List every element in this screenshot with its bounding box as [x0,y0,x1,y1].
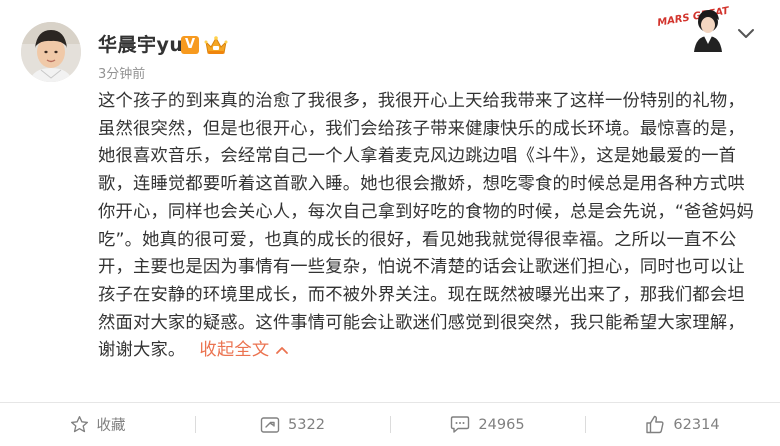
crown-icon[interactable] [204,34,228,56]
favorite-button[interactable]: 收藏 [0,403,195,446]
star-icon [70,416,88,433]
action-bar: 收藏 5322 24965 62314 [0,403,780,446]
collapse-button[interactable]: 收起全文 [199,340,289,360]
avatar-photo [21,22,81,82]
repost-icon [260,416,280,433]
cover-decoration-text: MARS GREAT [657,6,731,29]
post-timestamp[interactable]: 3分钟前 [98,67,145,83]
card-cover-decoration[interactable]: MARS GREAT [652,6,732,52]
like-button[interactable]: 62314 [585,403,780,446]
author-name[interactable]: 华晨宇yu [98,34,183,56]
repost-button[interactable]: 5322 [195,403,390,446]
post-text: 这个孩子的到来真的治愈了我很多，我很开心上天给我带来了这样一份特别的礼物，虽然很… [98,91,754,361]
verified-badge[interactable]: V [181,36,199,54]
favorite-label: 收藏 [96,418,126,434]
post-content: 这个孩子的到来真的治愈了我很多，我很开心上天给我带来了这样一份特别的礼物，虽然很… [98,88,758,365]
chevron-up-icon [276,347,289,355]
weibo-post-card: 华晨宇yu V 3分钟前 MARS GREAT 这个孩子的到来真的治愈了我很多，… [0,0,780,446]
collapse-label: 收起全文 [199,340,270,361]
repost-count: 5322 [288,416,325,433]
comment-button[interactable]: 24965 [390,403,585,446]
like-count: 62314 [673,416,720,433]
comment-icon [451,416,470,433]
avatar[interactable] [21,22,81,82]
comment-count: 24965 [478,416,525,433]
thumbs-up-icon [646,415,664,434]
chevron-down-icon[interactable] [735,24,757,42]
